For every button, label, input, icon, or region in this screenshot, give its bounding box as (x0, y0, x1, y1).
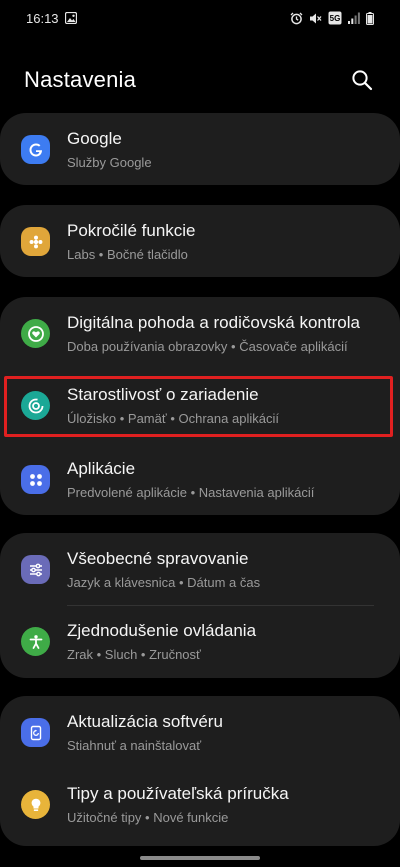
settings-item-tips[interactable]: Tipy a používateľská príručka Užitočné t… (0, 768, 400, 840)
settings-item-title: Aplikácie (67, 459, 136, 478)
gesture-bar[interactable] (140, 856, 260, 860)
accessibility-icon (21, 627, 50, 656)
5g-icon: 5G (328, 11, 342, 25)
settings-item-title: Starostlivosť o zariadenie (67, 385, 259, 404)
settings-item-subtitle: Labs • Bočné tlačidlo (67, 247, 188, 262)
settings-item-accessibility[interactable]: Zjednodušenie ovládania Zrak • Sluch • Z… (0, 605, 400, 677)
settings-item-subtitle: Služby Google (67, 155, 152, 170)
signal-icon (348, 12, 360, 24)
header: Nastavenia (0, 62, 400, 98)
settings-item-software-update[interactable]: Aktualizácia softvéru Stiahnuť a nainšta… (0, 696, 400, 768)
sliders-icon (21, 555, 50, 584)
settings-item-title: Všeobecné spravovanie (67, 549, 249, 568)
page-title: Nastavenia (24, 67, 137, 92)
settings-item-title: Pokročilé funkcie (67, 221, 196, 240)
settings-group-general: Všeobecné spravovanie Jazyk a klávesnica… (0, 533, 400, 678)
settings-group-device: Digitálna pohoda a rodičovská kontrola D… (0, 297, 400, 515)
device-care-icon (21, 391, 50, 420)
status-bar: 16:13 5G (0, 0, 400, 36)
settings-item-digital-wellbeing[interactable]: Digitálna pohoda a rodičovská kontrola D… (0, 297, 400, 369)
settings-item-apps[interactable]: Aplikácie Predvolené aplikácie • Nastave… (0, 443, 400, 515)
settings-item-general-management[interactable]: Všeobecné spravovanie Jazyk a klávesnica… (0, 533, 400, 605)
google-icon (21, 135, 50, 164)
update-icon (21, 718, 50, 747)
settings-item-google[interactable]: Google Služby Google (0, 113, 400, 185)
puzzle-icon (21, 227, 50, 256)
apps-grid-icon (21, 465, 50, 494)
search-button[interactable] (348, 66, 376, 94)
settings-item-subtitle: Predvolené aplikácie • Nastavenia apliká… (67, 485, 315, 500)
alarm-icon (290, 12, 303, 25)
settings-item-subtitle: Úložisko • Pamäť • Ochrana aplikácií (67, 411, 279, 426)
settings-group-google: Google Služby Google (0, 113, 400, 185)
settings-item-title: Aktualizácia softvéru (67, 712, 223, 731)
settings-group-update: Aktualizácia softvéru Stiahnuť a nainšta… (0, 696, 400, 846)
settings-item-title: Tipy a používateľská príručka (67, 784, 289, 803)
lightbulb-icon (21, 790, 50, 819)
settings-item-subtitle: Stiahnuť a nainštalovať (67, 738, 202, 753)
settings-item-title: Zjednodušenie ovládania (67, 621, 257, 640)
search-icon (352, 70, 373, 91)
settings-item-subtitle: Užitočné tipy • Nové funkcie (67, 810, 229, 825)
settings-group-advanced: Pokročilé funkcie Labs • Bočné tlačidlo (0, 205, 400, 277)
settings-item-advanced-features[interactable]: Pokročilé funkcie Labs • Bočné tlačidlo (0, 205, 400, 277)
settings-item-subtitle: Doba používania obrazovky • Časovače apl… (67, 339, 348, 354)
settings-item-title: Google (67, 129, 122, 148)
settings-item-subtitle: Jazyk a klávesnica • Dátum a čas (67, 575, 261, 590)
heart-circle-icon (21, 319, 50, 348)
gallery-icon (64, 12, 77, 24)
settings-item-device-care[interactable]: Starostlivosť o zariadenie Úložisko • Pa… (0, 369, 400, 441)
mute-icon (309, 12, 322, 25)
settings-item-title: Digitálna pohoda a rodičovská kontrola (67, 313, 360, 332)
status-time: 16:13 (26, 10, 59, 26)
settings-screen: 16:13 5G Nastavenia Google Služby Google… (0, 0, 400, 867)
network-label: 5G (330, 14, 341, 23)
battery-icon (366, 11, 374, 25)
settings-item-subtitle: Zrak • Sluch • Zručnosť (67, 647, 201, 662)
